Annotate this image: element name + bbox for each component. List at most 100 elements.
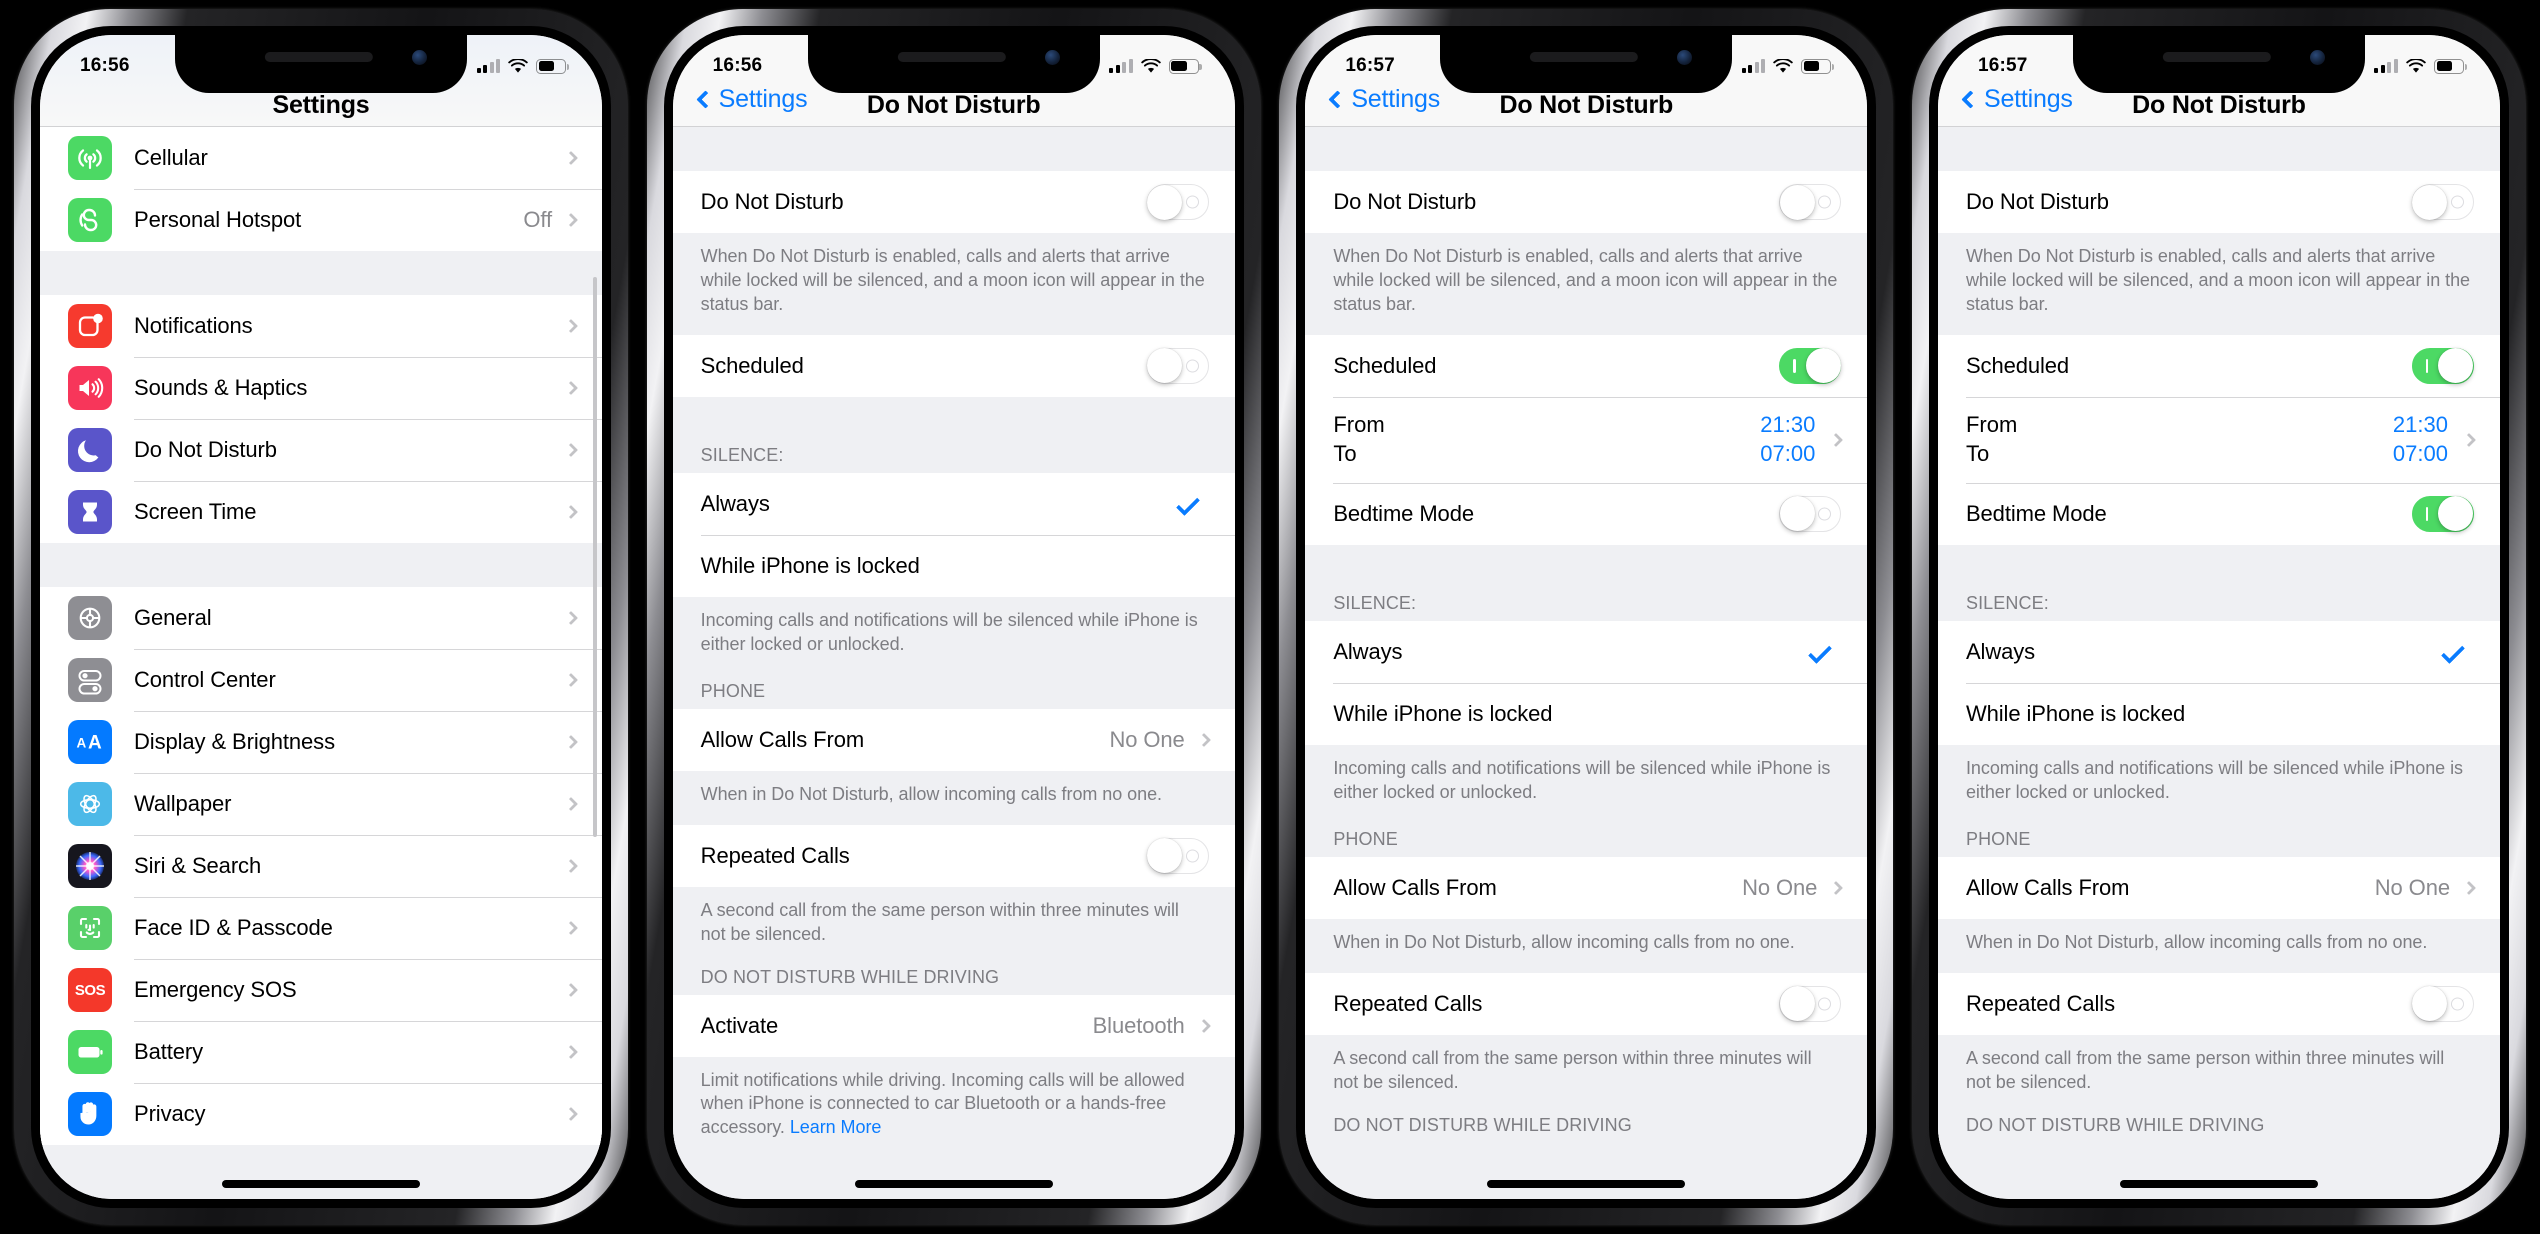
- silence-option-while-locked[interactable]: While iPhone is locked: [1305, 682, 1868, 745]
- home-indicator[interactable]: [1487, 1180, 1686, 1188]
- dnd-list[interactable]: Do Not Disturb When Do Not Disturb is en…: [1305, 127, 1868, 1199]
- learn-more-link[interactable]: Learn More: [790, 1117, 882, 1137]
- allow-calls-row[interactable]: Allow Calls From No One: [1937, 856, 2500, 919]
- dnd-toggle[interactable]: [1146, 184, 1209, 220]
- silence-option-always[interactable]: Always: [1305, 620, 1868, 683]
- repeated-calls-row[interactable]: Repeated Calls: [1305, 972, 1868, 1035]
- settings-group-alerts: Notifications Sounds & Haptics Do Not Di…: [40, 295, 602, 543]
- sidebar-item-personal-hotspot[interactable]: Personal Hotspot Off: [40, 189, 602, 251]
- schedule-time-row[interactable]: From To 21:30 07:00: [1305, 396, 1868, 483]
- repeated-calls-label: Repeated Calls: [1333, 990, 1483, 1016]
- repeated-calls-row[interactable]: Repeated Calls: [1937, 972, 2500, 1035]
- allow-calls-footer-text: When in Do Not Disturb, allow incoming c…: [1937, 918, 2500, 973]
- cellular-signal-icon: [476, 59, 500, 73]
- dnd-list[interactable]: Do Not Disturb When Do Not Disturb is en…: [1937, 127, 2500, 1199]
- sidebar-item-privacy[interactable]: Privacy: [40, 1083, 602, 1145]
- screenshot-stage: 16:56 Settings Cellular Personal Hotspot…: [0, 0, 2540, 1234]
- sidebar-item-screen-time[interactable]: Screen Time: [40, 481, 602, 543]
- dnd-toggle-row[interactable]: Do Not Disturb: [1305, 171, 1868, 233]
- phone-1: 16:56 Settings Cellular Personal Hotspot…: [14, 9, 628, 1225]
- sidebar-item-cellular[interactable]: Cellular: [40, 127, 602, 189]
- repeated-calls-toggle[interactable]: [2411, 985, 2474, 1022]
- sidebar-item-display-brightness[interactable]: AA Display & Brightness: [40, 711, 602, 773]
- sidebar-item-label: Sounds & Haptics: [134, 375, 308, 400]
- dnd-toggle-row[interactable]: Do Not Disturb: [672, 171, 1235, 233]
- status-indicators: [476, 58, 569, 74]
- bedtime-mode-row[interactable]: Bedtime Mode: [1305, 482, 1868, 545]
- silence-option-always[interactable]: Always: [1937, 620, 2500, 683]
- dnd-toggle[interactable]: [1779, 184, 1842, 220]
- repeated-calls-toggle[interactable]: [1146, 837, 1209, 874]
- chevron-right-icon: [1196, 1018, 1211, 1033]
- scheduled-toggle[interactable]: [2411, 347, 2474, 384]
- dnd-footer-text: When Do Not Disturb is enabled, calls an…: [1305, 233, 1868, 335]
- bedtime-mode-row[interactable]: Bedtime Mode: [1937, 482, 2500, 545]
- sidebar-item-control-center[interactable]: Control Center: [40, 649, 602, 711]
- home-indicator[interactable]: [854, 1180, 1053, 1188]
- settings-list[interactable]: Cellular Personal Hotspot Off Notificati…: [40, 127, 602, 1199]
- silence-option-always[interactable]: Always: [672, 472, 1235, 535]
- sidebar-item-notifications[interactable]: Notifications: [40, 295, 602, 357]
- schedule-time-row[interactable]: From To 21:30 07:00: [1937, 396, 2500, 483]
- silence-option-label: While iPhone is locked: [1965, 700, 2186, 726]
- chevron-right-icon: [563, 672, 579, 688]
- sidebar-item-do-not-disturb[interactable]: Do Not Disturb: [40, 419, 602, 481]
- sidebar-item-face-id-passcode[interactable]: Face ID & Passcode: [40, 897, 602, 959]
- sidebar-item-emergency-sos[interactable]: SOS Emergency SOS: [40, 959, 602, 1021]
- driving-footer-body: Limit notifications while driving. Incom…: [700, 1069, 1185, 1138]
- activate-row[interactable]: Activate Bluetooth: [672, 994, 1235, 1057]
- chevron-right-icon: [563, 380, 579, 396]
- cellular-signal-icon: [1109, 59, 1133, 73]
- scheduled-row[interactable]: Scheduled: [672, 334, 1235, 397]
- dnd-toggle-row[interactable]: Do Not Disturb: [1937, 171, 2500, 233]
- allow-calls-row[interactable]: Allow Calls From No One: [1305, 856, 1868, 919]
- front-camera-icon: [1044, 50, 1060, 65]
- bedtime-mode-toggle[interactable]: [2411, 495, 2474, 532]
- sidebar-item-battery[interactable]: Battery: [40, 1021, 602, 1083]
- repeated-calls-toggle[interactable]: [1779, 985, 1842, 1022]
- silence-option-while-locked[interactable]: While iPhone is locked: [1937, 682, 2500, 745]
- chevron-right-icon: [563, 982, 579, 998]
- top-spacer: [1305, 127, 1868, 171]
- chevron-right-icon: [1196, 732, 1211, 747]
- scheduled-toggle[interactable]: [1779, 347, 1842, 384]
- silence-option-while-locked[interactable]: While iPhone is locked: [672, 534, 1235, 597]
- from-label: From: [1333, 412, 1385, 438]
- silence-group: Always While iPhone is locked: [1937, 620, 2500, 745]
- dnd-toggle[interactable]: [2411, 184, 2474, 220]
- speaker-grille: [264, 52, 373, 62]
- home-indicator[interactable]: [222, 1180, 420, 1188]
- status-time: 16:57: [1977, 55, 2028, 76]
- phone-1-screen: 16:56 Settings Cellular Personal Hotspot…: [40, 35, 602, 1199]
- group-separator: [40, 251, 602, 295]
- sidebar-item-wallpaper[interactable]: Wallpaper: [40, 773, 602, 835]
- sidebar-item-label: Display & Brightness: [134, 729, 335, 754]
- sidebar-item-siri-search[interactable]: Siri & Search: [40, 835, 602, 897]
- sidebar-item-label: Emergency SOS: [134, 977, 297, 1002]
- speaker-grille: [897, 52, 1006, 62]
- dnd-list[interactable]: Do Not Disturb When Do Not Disturb is en…: [672, 127, 1235, 1199]
- status-indicators: [1741, 58, 1835, 74]
- allow-calls-footer-text: When in Do Not Disturb, allow incoming c…: [1305, 918, 1868, 973]
- allow-calls-label: Allow Calls From: [1333, 874, 1497, 900]
- sidebar-item-sounds-haptics[interactable]: Sounds & Haptics: [40, 357, 602, 419]
- scrollbar[interactable]: [593, 277, 597, 837]
- scheduled-row[interactable]: Scheduled: [1305, 334, 1868, 397]
- bedtime-mode-toggle[interactable]: [1779, 495, 1842, 532]
- scheduled-toggle[interactable]: [1146, 347, 1209, 384]
- silence-option-label: Always: [1965, 638, 2036, 664]
- home-indicator[interactable]: [2119, 1180, 2318, 1188]
- silence-option-label: Always: [1333, 638, 1403, 664]
- scheduled-row[interactable]: Scheduled: [1937, 334, 2500, 397]
- status-indicators: [2374, 58, 2467, 74]
- from-label: From: [1965, 412, 2018, 438]
- from-value: 21:30: [1760, 412, 1816, 438]
- sidebar-item-label: Screen Time: [134, 499, 257, 524]
- repeated-calls-row[interactable]: Repeated Calls: [672, 824, 1235, 887]
- sidebar-item-general[interactable]: General: [40, 587, 602, 649]
- allow-calls-row[interactable]: Allow Calls From No One: [672, 708, 1235, 771]
- scheduled-label: Scheduled: [700, 352, 804, 378]
- silence-option-label: While iPhone is locked: [1333, 700, 1553, 726]
- scheduled-label: Scheduled: [1333, 352, 1437, 378]
- silence-section-header: SILENCE:: [672, 422, 1235, 473]
